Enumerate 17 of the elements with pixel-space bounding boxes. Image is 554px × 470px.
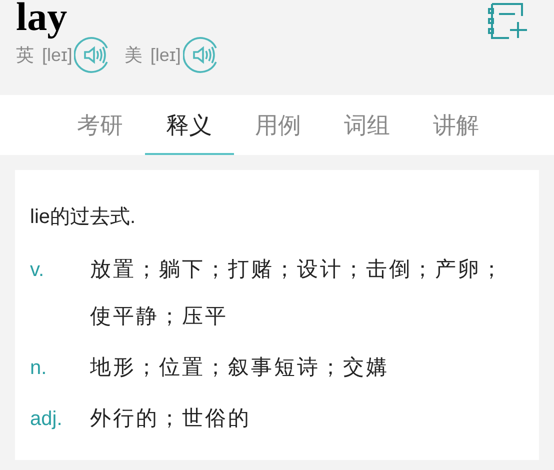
definition-text: 外行的；世俗的 (90, 406, 251, 432)
part-of-speech: n. (30, 356, 48, 381)
definition-note: lie的过去式. (30, 205, 137, 230)
phonetic-text: [leɪ] (42, 44, 72, 67)
definition-text: 地形；位置；叙事短诗；交媾 (90, 355, 389, 381)
definition-text: 放置；躺下；打赌；设计；击倒；产卵；使平静；压平 (90, 257, 505, 330)
phonetic-text: [leɪ] (150, 44, 181, 67)
tab[interactable]: 讲解 (412, 95, 500, 155)
pronunciation-region: 美 (124, 44, 142, 66)
headword: lay (16, 0, 68, 40)
part-of-speech: v. (30, 258, 46, 283)
part-of-speech: adj. (30, 407, 64, 432)
tab[interactable]: 用例 (234, 95, 322, 155)
tab[interactable]: 考研 (56, 95, 144, 155)
pronunciation-region: 英 (16, 44, 34, 66)
tab[interactable]: 释义 (144, 95, 234, 155)
tab[interactable]: 词组 (322, 95, 412, 155)
